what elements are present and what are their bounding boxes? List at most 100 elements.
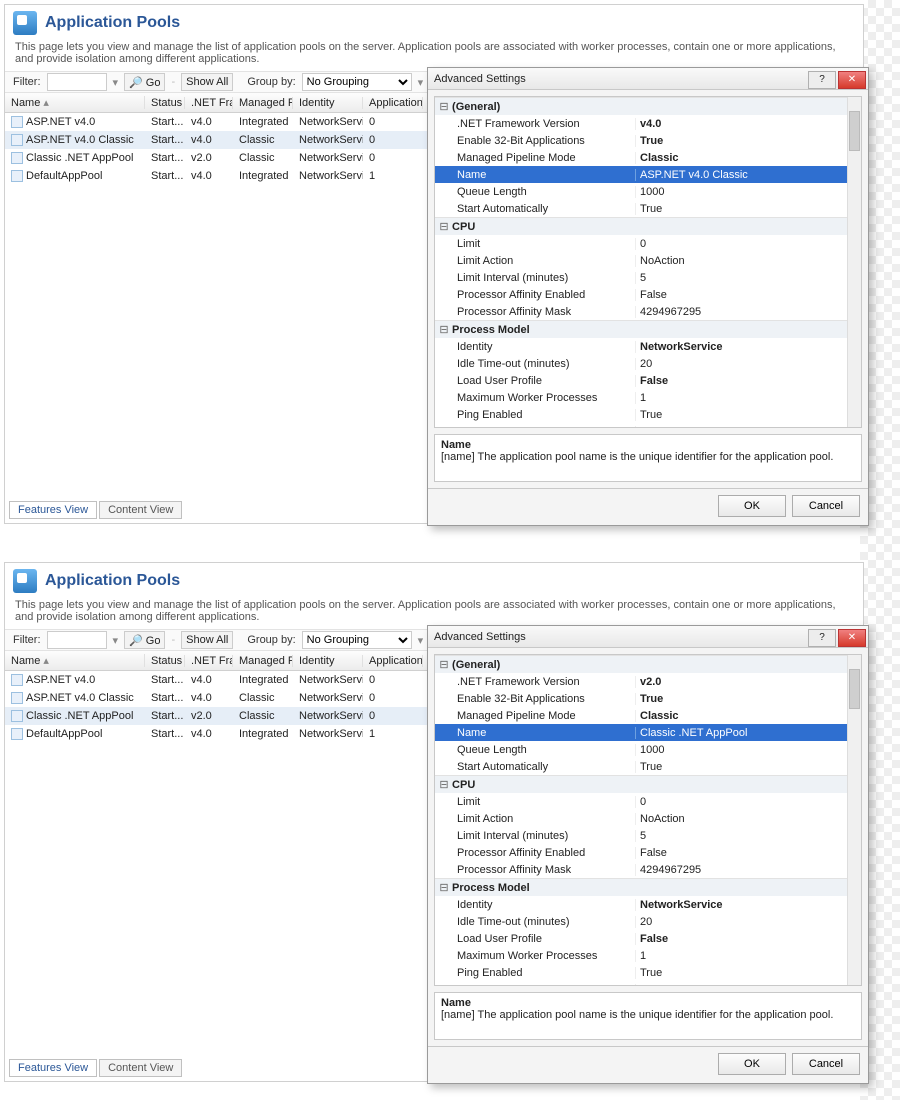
category-header[interactable]: ⊟ CPU xyxy=(435,217,861,235)
column-header[interactable]: Identity xyxy=(293,655,363,667)
property-row[interactable]: Processor Affinity Mask 4294967295 xyxy=(435,303,861,320)
property-value[interactable]: 1 xyxy=(635,950,861,962)
tab-features-view[interactable]: Features View xyxy=(9,501,97,519)
property-value[interactable]: NetworkService xyxy=(635,899,861,911)
property-value[interactable]: v4.0 xyxy=(635,118,861,130)
property-row[interactable]: Name ASP.NET v4.0 Classic xyxy=(435,166,861,183)
property-value[interactable]: ASP.NET v4.0 Classic xyxy=(635,169,861,181)
property-value[interactable]: True xyxy=(635,203,861,215)
filter-input[interactable] xyxy=(47,73,107,91)
close-icon[interactable]: ✕ xyxy=(838,71,866,89)
go-button[interactable]: 🔎 Go xyxy=(124,73,165,91)
property-row[interactable]: Managed Pipeline Mode Classic xyxy=(435,707,861,724)
property-row[interactable]: Start Automatically True xyxy=(435,758,861,775)
column-header[interactable]: Identity xyxy=(293,97,363,109)
column-header[interactable]: Name ▴ xyxy=(5,654,145,667)
property-row[interactable]: Enable 32-Bit Applications True xyxy=(435,690,861,707)
tab-content-view[interactable]: Content View xyxy=(99,501,182,519)
column-header[interactable]: Applications xyxy=(363,97,423,109)
property-row[interactable]: Load User Profile False xyxy=(435,930,861,947)
property-row[interactable]: Limit Interval (minutes) 5 xyxy=(435,827,861,844)
column-header[interactable]: Managed Pi... xyxy=(233,97,293,109)
property-row[interactable]: Limit Action NoAction xyxy=(435,252,861,269)
ok-button[interactable]: OK xyxy=(718,495,786,517)
property-row[interactable]: Maximum Worker Processes 1 xyxy=(435,947,861,964)
category-header[interactable]: ⊟ (General) xyxy=(435,655,861,673)
showall-button[interactable]: Show All xyxy=(181,631,233,649)
collapse-icon[interactable]: ⊟ xyxy=(439,323,449,336)
collapse-icon[interactable]: ⊟ xyxy=(439,658,449,671)
property-value[interactable]: 90 xyxy=(635,426,861,429)
collapse-icon[interactable]: ⊟ xyxy=(439,100,449,113)
category-header[interactable]: ⊟ CPU xyxy=(435,775,861,793)
property-row[interactable]: .NET Framework Version v4.0 xyxy=(435,115,861,132)
property-value[interactable]: False xyxy=(635,933,861,945)
property-value[interactable]: NoAction xyxy=(635,255,861,267)
property-value[interactable]: True xyxy=(635,761,861,773)
property-row[interactable]: .NET Framework Version v2.0 xyxy=(435,673,861,690)
property-row[interactable]: Idle Time-out (minutes) 20 xyxy=(435,355,861,372)
collapse-icon[interactable]: ⊟ xyxy=(439,778,449,791)
property-row[interactable]: Limit Action NoAction xyxy=(435,810,861,827)
property-value[interactable]: Classic xyxy=(635,152,861,164)
property-value[interactable]: NetworkService xyxy=(635,341,861,353)
property-row[interactable]: Maximum Worker Processes 1 xyxy=(435,389,861,406)
property-row[interactable]: Limit 0 xyxy=(435,235,861,252)
property-value[interactable]: 90 xyxy=(635,984,861,987)
property-value[interactable]: 0 xyxy=(635,796,861,808)
property-row[interactable]: Limit Interval (minutes) 5 xyxy=(435,269,861,286)
help-icon[interactable]: ? xyxy=(808,71,836,89)
help-icon[interactable]: ? xyxy=(808,629,836,647)
column-header[interactable]: Name ▴ xyxy=(5,96,145,109)
property-row[interactable]: Name Classic .NET AppPool xyxy=(435,724,861,741)
property-value[interactable]: v2.0 xyxy=(635,676,861,688)
property-value[interactable]: 5 xyxy=(635,272,861,284)
property-value[interactable]: 1000 xyxy=(635,744,861,756)
scrollbar[interactable] xyxy=(847,97,861,427)
property-row[interactable]: Load User Profile False xyxy=(435,372,861,389)
cancel-button[interactable]: Cancel xyxy=(792,495,860,517)
property-row[interactable]: Queue Length 1000 xyxy=(435,741,861,758)
scrollbar-thumb[interactable] xyxy=(849,111,860,151)
column-header[interactable]: .NET Fra... xyxy=(185,655,233,667)
collapse-icon[interactable]: ⊟ xyxy=(439,220,449,233)
cancel-button[interactable]: Cancel xyxy=(792,1053,860,1075)
column-header[interactable]: Managed Pi... xyxy=(233,655,293,667)
property-value[interactable]: 20 xyxy=(635,358,861,370)
tab-content-view[interactable]: Content View xyxy=(99,1059,182,1077)
property-value[interactable]: Classic xyxy=(635,710,861,722)
tab-features-view[interactable]: Features View xyxy=(9,1059,97,1077)
property-row[interactable]: Ping Maximum Response Time (seconds) 90 xyxy=(435,423,861,428)
groupby-select[interactable]: No Grouping xyxy=(302,631,412,649)
filter-input[interactable] xyxy=(47,631,107,649)
category-header[interactable]: ⊟ Process Model xyxy=(435,878,861,896)
property-row[interactable]: Enable 32-Bit Applications True xyxy=(435,132,861,149)
property-row[interactable]: Ping Enabled True xyxy=(435,406,861,423)
property-value[interactable]: 1 xyxy=(635,392,861,404)
property-value[interactable]: True xyxy=(635,693,861,705)
property-value[interactable]: 1000 xyxy=(635,186,861,198)
go-button[interactable]: 🔎 Go xyxy=(124,631,165,649)
property-value[interactable]: True xyxy=(635,967,861,979)
property-value[interactable]: 4294967295 xyxy=(635,306,861,318)
property-value[interactable]: False xyxy=(635,375,861,387)
property-value[interactable]: 20 xyxy=(635,916,861,928)
showall-button[interactable]: Show All xyxy=(181,73,233,91)
property-value[interactable]: False xyxy=(635,847,861,859)
category-header[interactable]: ⊟ (General) xyxy=(435,97,861,115)
property-row[interactable]: Queue Length 1000 xyxy=(435,183,861,200)
property-value[interactable]: True xyxy=(635,135,861,147)
property-row[interactable]: Processor Affinity Enabled False xyxy=(435,844,861,861)
property-value[interactable]: Classic .NET AppPool xyxy=(635,727,861,739)
scrollbar[interactable] xyxy=(847,655,861,985)
property-row[interactable]: Managed Pipeline Mode Classic xyxy=(435,149,861,166)
property-value[interactable]: NoAction xyxy=(635,813,861,825)
column-header[interactable]: Status xyxy=(145,97,185,109)
collapse-icon[interactable]: ⊟ xyxy=(439,881,449,894)
property-value[interactable]: 5 xyxy=(635,830,861,842)
dialog-titlebar[interactable]: Advanced Settings ? ✕ xyxy=(428,68,868,90)
property-row[interactable]: Start Automatically True xyxy=(435,200,861,217)
property-row[interactable]: Identity NetworkService xyxy=(435,338,861,355)
property-value[interactable]: False xyxy=(635,289,861,301)
property-value[interactable]: True xyxy=(635,409,861,421)
